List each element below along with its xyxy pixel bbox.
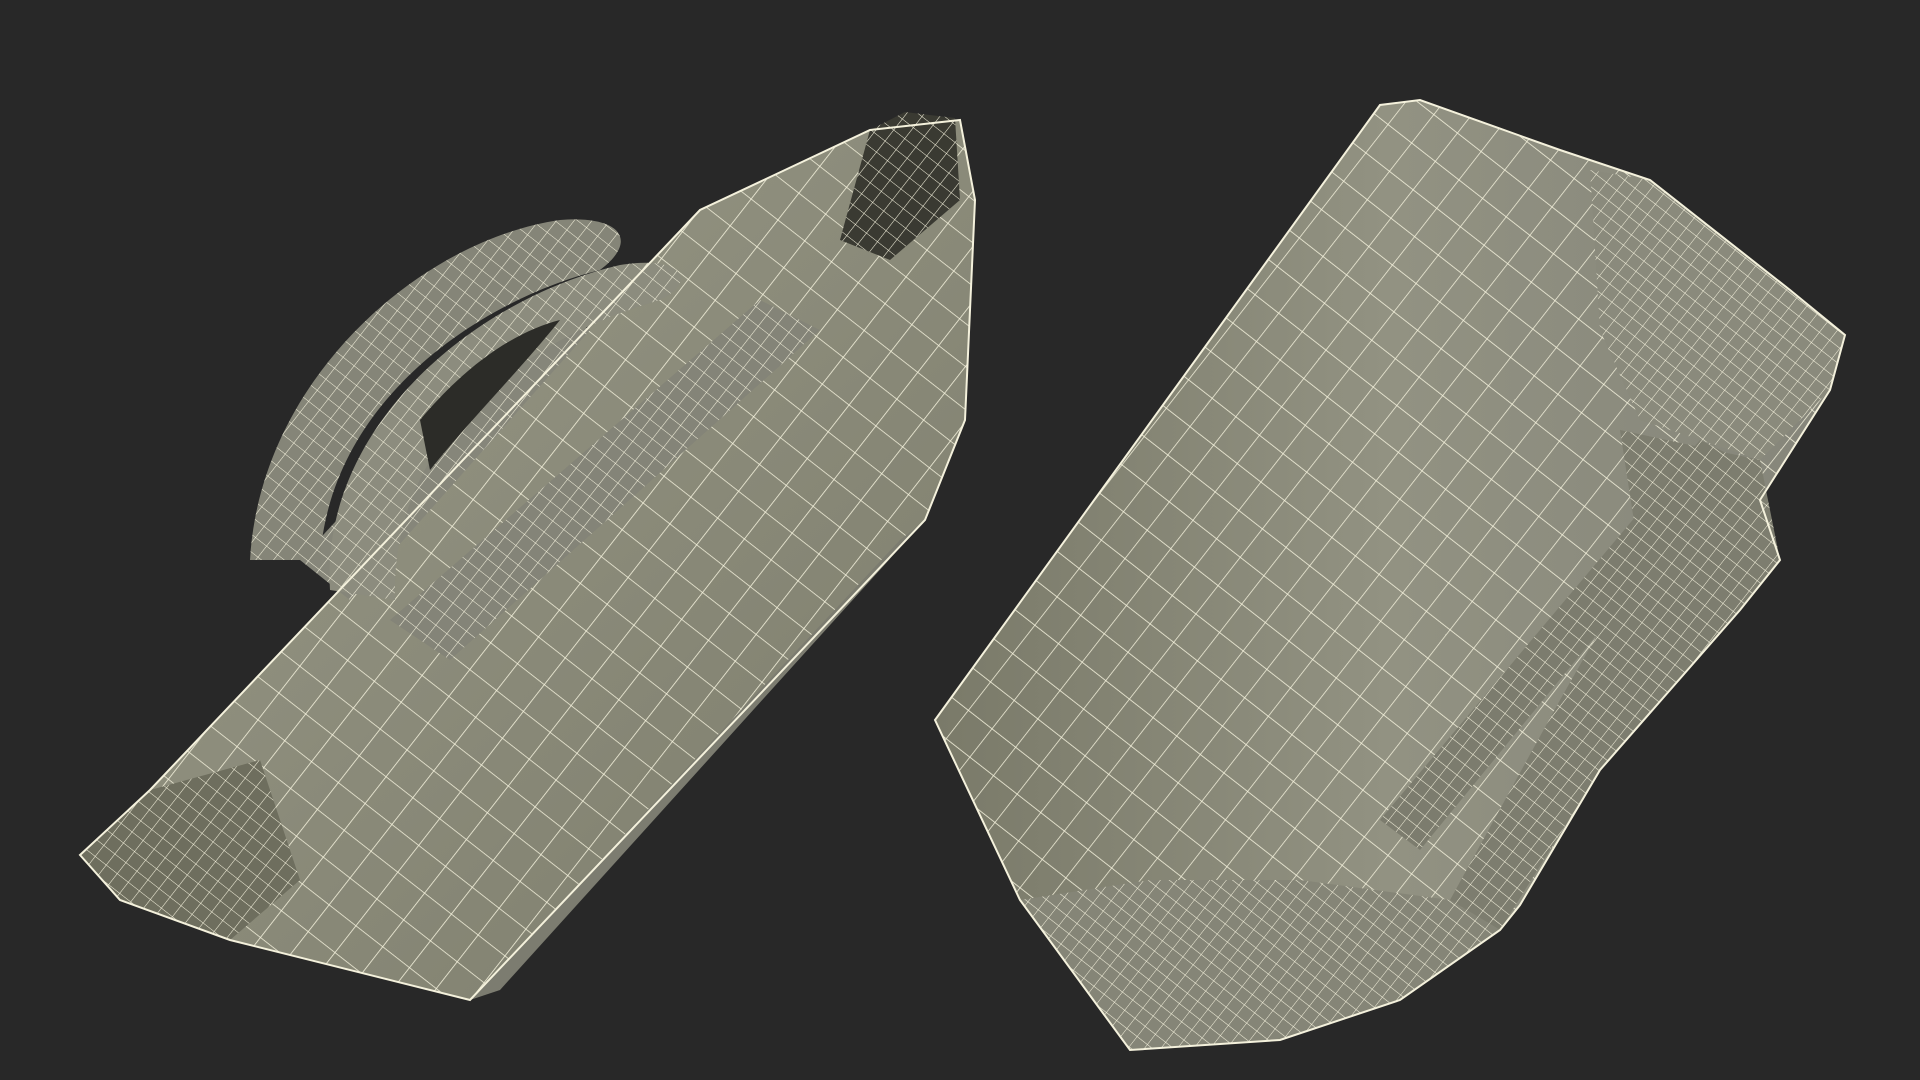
wireframe-render-scene bbox=[78, 98, 1847, 1052]
render-viewport bbox=[0, 0, 1920, 1080]
tote-bag-wireframe-front-view bbox=[78, 112, 977, 1002]
tote-bag-wireframe-bottom-view bbox=[933, 98, 1847, 1052]
